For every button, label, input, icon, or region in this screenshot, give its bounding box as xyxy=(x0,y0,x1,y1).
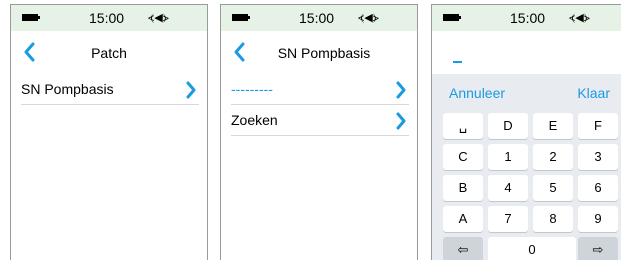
key-1[interactable]: 1 xyxy=(488,144,528,170)
done-button[interactable]: Klaar xyxy=(577,85,610,101)
battery-icon xyxy=(232,14,250,21)
list-item-serial-placeholder[interactable]: --------- xyxy=(231,75,409,105)
list-item-sn-pompbasis[interactable]: SN Pompbasis xyxy=(21,75,199,105)
status-bar: 15:00 ⦓◀⦔ xyxy=(432,5,621,31)
list-item-zoeken[interactable]: Zoeken xyxy=(231,106,409,136)
clock: 15:00 xyxy=(299,10,335,26)
key-c[interactable]: C xyxy=(443,144,483,170)
key-d[interactable]: D xyxy=(488,113,528,139)
page-title: Patch xyxy=(91,45,127,61)
clock: 15:00 xyxy=(510,10,546,26)
keyboard-action-bar: Annuleer Klaar xyxy=(432,74,621,108)
key-9[interactable]: 9 xyxy=(578,206,618,232)
key-4[interactable]: 4 xyxy=(488,175,528,201)
key-7[interactable]: 7 xyxy=(488,206,528,232)
vibrate-icon: ⦓◀⦔ xyxy=(358,11,379,24)
chevron-right-icon xyxy=(396,112,406,130)
key-right-arrow[interactable]: ⇨ xyxy=(578,237,618,260)
battery-icon xyxy=(443,14,461,21)
screen-patch: 15:00 ⦓◀⦔ Patch SN Pompbasis xyxy=(10,4,208,260)
key-a[interactable]: A xyxy=(443,206,483,232)
status-bar: 15:00 ⦓◀⦔ xyxy=(11,5,207,31)
vibrate-icon: ⦓◀⦔ xyxy=(148,11,169,24)
key-0[interactable]: 0 xyxy=(488,237,576,260)
text-cursor xyxy=(453,61,462,63)
battery-icon xyxy=(22,14,40,21)
hex-keyboard: Annuleer Klaar ␣ D E F C 1 2 3 B 4 5 6 A… xyxy=(432,74,621,260)
key-5[interactable]: 5 xyxy=(533,175,573,201)
cancel-button[interactable]: Annuleer xyxy=(449,85,505,101)
clock: 15:00 xyxy=(89,10,125,26)
title-bar: Patch xyxy=(11,31,207,75)
key-e[interactable]: E xyxy=(533,113,573,139)
vibrate-icon: ⦓◀⦔ xyxy=(569,11,590,24)
chevron-right-icon xyxy=(186,81,196,99)
list-item-label: --------- xyxy=(231,81,273,97)
key-left-arrow[interactable]: ⇦ xyxy=(443,237,483,260)
title-bar: SN Pompbasis xyxy=(221,31,417,75)
status-bar: 15:00 ⦓◀⦔ xyxy=(221,5,417,31)
key-8[interactable]: 8 xyxy=(533,206,573,232)
back-chevron-icon[interactable] xyxy=(231,40,249,64)
serial-input[interactable] xyxy=(438,38,621,69)
screen-sn-pompbasis: 15:00 ⦓◀⦔ SN Pompbasis --------- Zoeken xyxy=(220,4,418,260)
list-item-label: SN Pompbasis xyxy=(21,81,114,97)
key-2[interactable]: 2 xyxy=(533,144,573,170)
list-item-label: Zoeken xyxy=(231,112,278,128)
screen-keyboard-entry: 15:00 ⦓◀⦔ Annuleer Klaar ␣ D E F C 1 2 3… xyxy=(431,4,621,260)
page-title: SN Pompbasis xyxy=(277,45,371,61)
chevron-right-icon xyxy=(396,81,406,99)
key-6[interactable]: 6 xyxy=(578,175,618,201)
key-f[interactable]: F xyxy=(578,113,618,139)
key-b[interactable]: B xyxy=(443,175,483,201)
key-space[interactable]: ␣ xyxy=(443,113,483,139)
key-3[interactable]: 3 xyxy=(578,144,618,170)
